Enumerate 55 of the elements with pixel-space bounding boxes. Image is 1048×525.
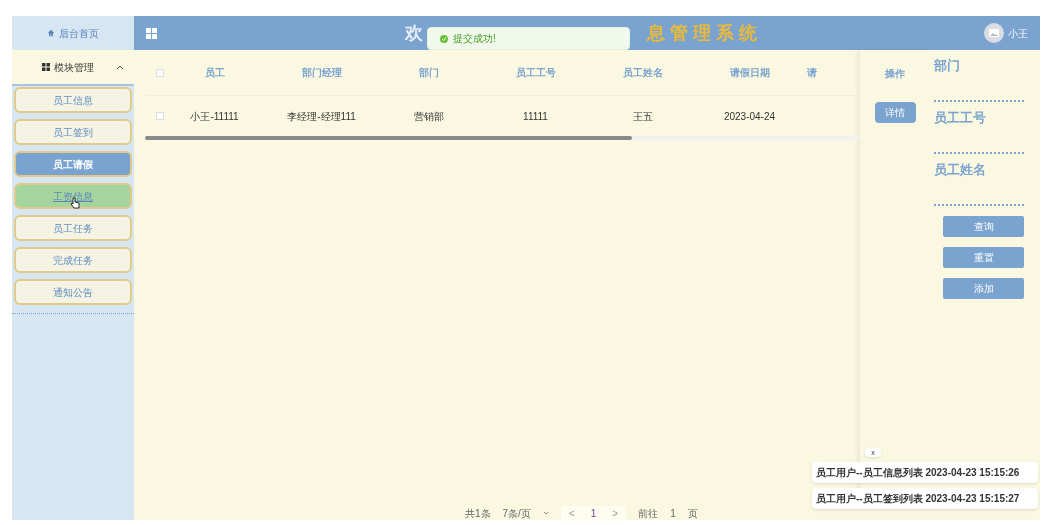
field-label: 部门 bbox=[934, 57, 961, 74]
history-entry[interactable]: 员工用户--员工信息列表 2023-04-23 15:15:26 bbox=[812, 462, 1038, 483]
column-header: 部门经理 bbox=[301, 66, 342, 80]
home-link[interactable]: 后台首页 bbox=[12, 16, 134, 50]
page-size-select[interactable]: 7条/页 bbox=[502, 505, 549, 521]
title-text: 息 管 理 系 统 bbox=[647, 21, 757, 45]
action-button[interactable]: 添加 bbox=[943, 278, 1024, 299]
total-count: 共1条 bbox=[465, 506, 491, 521]
field-label: 员工姓名 bbox=[934, 161, 987, 178]
menu-item[interactable]: 工资信息 bbox=[14, 183, 132, 209]
goto-input[interactable]: 1 bbox=[670, 505, 676, 521]
caret-icon bbox=[116, 64, 124, 70]
history-entry[interactable]: 员工用户--员工签到列表 2023-04-23 15:15:27 bbox=[812, 488, 1038, 509]
toast-message: 提交成功! bbox=[453, 32, 496, 46]
column-header: 员工姓名 bbox=[622, 66, 663, 80]
table-cell-text: 2023-04-24 bbox=[723, 109, 776, 124]
table-cell-text: 营销部 bbox=[413, 109, 444, 124]
menu-item[interactable]: 完成任务 bbox=[14, 247, 132, 273]
column-header: 请假日期 bbox=[729, 66, 770, 80]
checkbox[interactable] bbox=[156, 112, 164, 120]
field-label: 员工工号 bbox=[934, 109, 987, 126]
title-text: 欢 bbox=[405, 21, 431, 45]
user-name: 小王 bbox=[1008, 26, 1028, 41]
grid-icon bbox=[42, 63, 50, 71]
next-button[interactable]: > bbox=[612, 505, 619, 521]
menu-group-label: 模块管理 bbox=[54, 60, 94, 75]
column-header: 操作 bbox=[885, 66, 905, 81]
menu-group[interactable]: 模块管理 bbox=[12, 50, 134, 86]
scrollbar-thumb[interactable] bbox=[145, 136, 632, 140]
column-header: 请 bbox=[807, 66, 817, 80]
avatar-icon[interactable] bbox=[984, 23, 1004, 43]
action-button[interactable]: 重置 bbox=[943, 247, 1024, 268]
table-cell-text: 李经理-经理111 bbox=[287, 109, 356, 124]
menu-item[interactable]: 员工签到 bbox=[14, 119, 132, 145]
detail-button[interactable]: 详情 bbox=[874, 101, 916, 123]
page-number[interactable]: 1 bbox=[590, 505, 597, 521]
page-unit: 页 bbox=[687, 506, 698, 521]
success-icon bbox=[440, 34, 448, 43]
column-header: 部门 bbox=[418, 66, 439, 80]
chevron-down-icon bbox=[542, 511, 549, 515]
checkbox[interactable] bbox=[156, 68, 164, 77]
grid-icon[interactable] bbox=[146, 27, 157, 39]
column-header: 员工工号 bbox=[515, 66, 556, 80]
menu-item[interactable]: 员工请假 bbox=[14, 151, 132, 177]
table-cell-text: 11111 bbox=[523, 109, 548, 124]
table-cell-text: 王五 bbox=[632, 109, 653, 124]
home-icon bbox=[47, 29, 55, 37]
menu-item[interactable]: 通知公告 bbox=[14, 279, 132, 305]
goto-label: 前往 bbox=[638, 506, 659, 521]
action-button[interactable]: 查询 bbox=[943, 216, 1024, 237]
menu-item[interactable]: 员工信息 bbox=[14, 87, 132, 113]
column-header: 员工 bbox=[204, 66, 225, 80]
prev-button[interactable]: < bbox=[568, 505, 575, 521]
menu-item[interactable]: 员工任务 bbox=[14, 215, 132, 241]
table-cell-text: 小王-11111 bbox=[190, 109, 239, 124]
